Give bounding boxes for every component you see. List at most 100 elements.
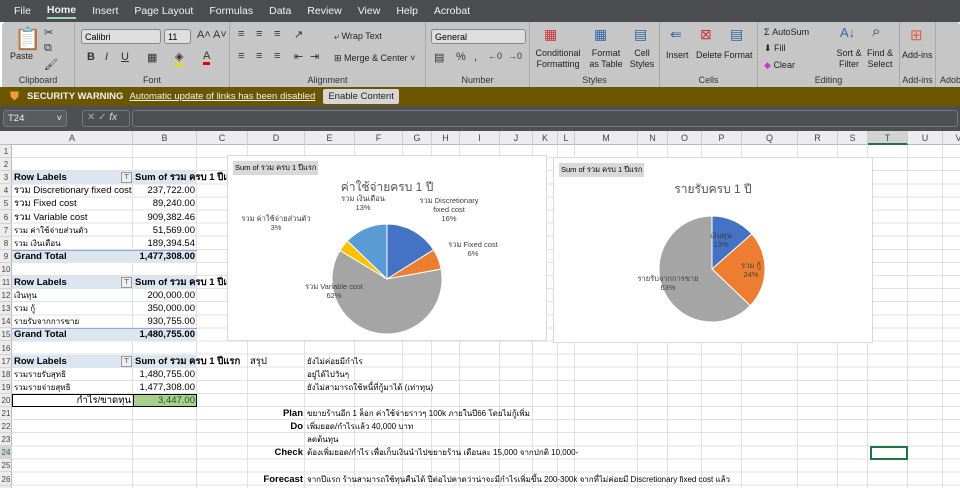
format-painter-icon[interactable]: 🖌 [44,58,58,71]
column-header-Q[interactable]: Q [742,131,798,145]
cell-E24[interactable]: ต้องเพิ่มยอด/กำไร เพื่อเก็บเงินนำไปขยายร… [305,446,580,459]
column-header-P[interactable]: P [702,131,742,145]
accounting-format-icon[interactable]: ▤ [434,51,444,64]
column-header-B[interactable]: B [133,131,197,145]
cell-D24[interactable]: Check [248,446,305,459]
cell-B11[interactable]: Sum of รวม ครบ 1 ปีแรก [133,276,242,289]
cell-A14[interactable]: รายรับจากการขาย [12,315,81,328]
cell-A18[interactable]: รวมรายรับสุทธิ [12,368,68,381]
italic-icon[interactable]: I [105,51,108,63]
row-header-4[interactable]: 4 [0,184,12,198]
column-header-E[interactable]: E [305,131,355,145]
decrease-decimal-icon[interactable]: →0 [508,51,522,61]
cell-E17[interactable]: ยังไม่ค่อยมีกำไร [305,355,365,368]
cell-B20[interactable]: 3,447.00 [133,394,197,407]
column-header-S[interactable]: S [838,131,868,145]
filter-dropdown-icon[interactable]: ⊤ [121,277,132,288]
cell-A4[interactable]: รวม Discretionary fixed cost [12,184,134,197]
column-header-R[interactable]: R [798,131,838,145]
align-bottom-icon[interactable]: ≡ [274,28,280,40]
bold-icon[interactable]: B [87,51,95,63]
font-name-select[interactable]: Calibri [81,29,161,44]
enter-icon[interactable]: ✓ [98,112,106,123]
income-pie-chart[interactable]: Sum of รวม ครบ 1 ปีแรก รายรับครบ 1 ปี เง… [553,157,873,343]
cell-B8[interactable]: 189,394.54 [133,237,197,250]
number-format-select[interactable]: General [431,29,526,44]
chart-field-button[interactable]: Sum of รวม ครบ 1 ปีแรก [233,161,319,175]
cell-A11[interactable]: Row Labels [12,276,69,289]
cell-B12[interactable]: 200,000.00 [133,289,197,302]
cell-A9[interactable]: Grand Total [12,250,69,263]
autosum-button[interactable]: Σ AutoSum [764,27,809,38]
column-header-H[interactable]: H [432,131,460,145]
cell-B14[interactable]: 930,755.00 [133,315,197,328]
expense-pie-chart[interactable]: Sum of รวม ครบ 1 ปีแรก ค่าใช้จ่ายครบ 1 ป… [227,155,547,341]
cell-A8[interactable]: รวม เงินเดือน [12,237,63,250]
cell-B17[interactable]: Sum of รวม ครบ 1 ปีแรก [133,355,242,368]
row-header-5[interactable]: 5 [0,197,12,211]
tab-page-layout[interactable]: Page Layout [134,5,193,17]
column-header-U[interactable]: U [908,131,943,145]
row-header-18[interactable]: 18 [0,368,12,381]
column-header-I[interactable]: I [460,131,500,145]
cell-E21[interactable]: ขยายร้านอีก 1 ล็อก ค่าใช้จ่ายราวๆ 100k ภ… [305,407,532,420]
selected-cell-T24[interactable] [870,446,908,460]
row-header-16[interactable]: 16 [0,342,12,355]
cell-E26[interactable]: จากปีแรก ร้านสามารถใช้ทุนคืนได้ ปีต่อไปค… [305,473,732,486]
row-header-23[interactable]: 23 [0,433,12,447]
fill-button[interactable]: ⬇ Fill [764,43,786,54]
row-header-14[interactable]: 14 [0,315,12,329]
copy-icon[interactable]: ⧉ [44,42,52,55]
merge-center-button[interactable]: ⊞ Merge & Center ˅ [334,53,415,64]
cell-A12[interactable]: เงินทุน [12,289,39,302]
row-header-21[interactable]: 21 [0,407,12,421]
align-middle-icon[interactable]: ≡ [256,28,262,40]
align-left-icon[interactable]: ≡ [238,50,244,62]
comma-style-icon[interactable]: , [474,51,477,63]
tab-formulas[interactable]: Formulas [209,5,253,17]
cell-E18[interactable]: อยู่ได้ไปวันๆ [305,368,351,381]
tab-file[interactable]: File [14,5,31,17]
row-header-2[interactable]: 2 [0,158,12,172]
format-button[interactable]: Format [724,50,753,61]
tab-view[interactable]: View [358,5,381,17]
column-header-T[interactable]: T [868,131,908,145]
cut-icon[interactable]: ✂ [44,26,53,39]
column-header-O[interactable]: O [668,131,702,145]
wrap-text-button[interactable]: ⤶ Wrap Text [334,31,382,42]
column-header-J[interactable]: J [500,131,533,145]
cell-B9[interactable]: 1,477,308.00 [133,250,197,263]
increase-font-icon[interactable]: A˄ [197,29,211,41]
sort-filter-button[interactable]: Sort & Filter [834,48,864,70]
cell-A20[interactable]: กำไร/ขาดทุน [12,394,133,407]
cell-A5[interactable]: รวม Fixed cost [12,197,79,210]
cell-B13[interactable]: 350,000.00 [133,302,197,315]
align-top-icon[interactable]: ≡ [238,28,244,40]
format-as-table-button[interactable]: Format as Table [586,48,626,70]
row-header-11[interactable]: 11 [0,276,12,290]
cell-B6[interactable]: 909,382.46 [133,211,197,224]
filter-dropdown-icon[interactable]: ⊤ [121,355,132,367]
row-header-9[interactable]: 9 [0,250,12,263]
column-header-N[interactable]: N [638,131,668,145]
orientation-icon[interactable]: ↗ [294,28,303,41]
cell-A3[interactable]: Row Labels [12,171,69,184]
column-header-D[interactable]: D [248,131,305,145]
cell-B19[interactable]: 1,477,308.00 [133,381,197,394]
column-header-G[interactable]: G [403,131,432,145]
security-warning-link[interactable]: Automatic update of links has been disab… [129,91,315,102]
cell-A7[interactable]: รวม ค่าใช้จ่ายส่วนตัว [12,224,90,237]
insert-function-button[interactable]: fx [109,112,117,123]
percent-icon[interactable]: % [456,51,466,63]
cell-D17[interactable]: สรุป [248,355,269,368]
row-header-24[interactable]: 24 [0,446,12,460]
cell-E23[interactable]: ลดต้นทุน [305,433,341,446]
cell-D26[interactable]: Forecast [248,473,305,486]
row-header-13[interactable]: 13 [0,302,12,316]
tab-review[interactable]: Review [307,5,341,17]
column-header-A[interactable]: A [12,131,133,145]
cell-D21[interactable]: Plan [248,407,305,420]
increase-decimal-icon[interactable]: ←0 [488,51,502,61]
row-header-25[interactable]: 25 [0,459,12,473]
cell-B7[interactable]: 51,569.00 [133,224,197,237]
